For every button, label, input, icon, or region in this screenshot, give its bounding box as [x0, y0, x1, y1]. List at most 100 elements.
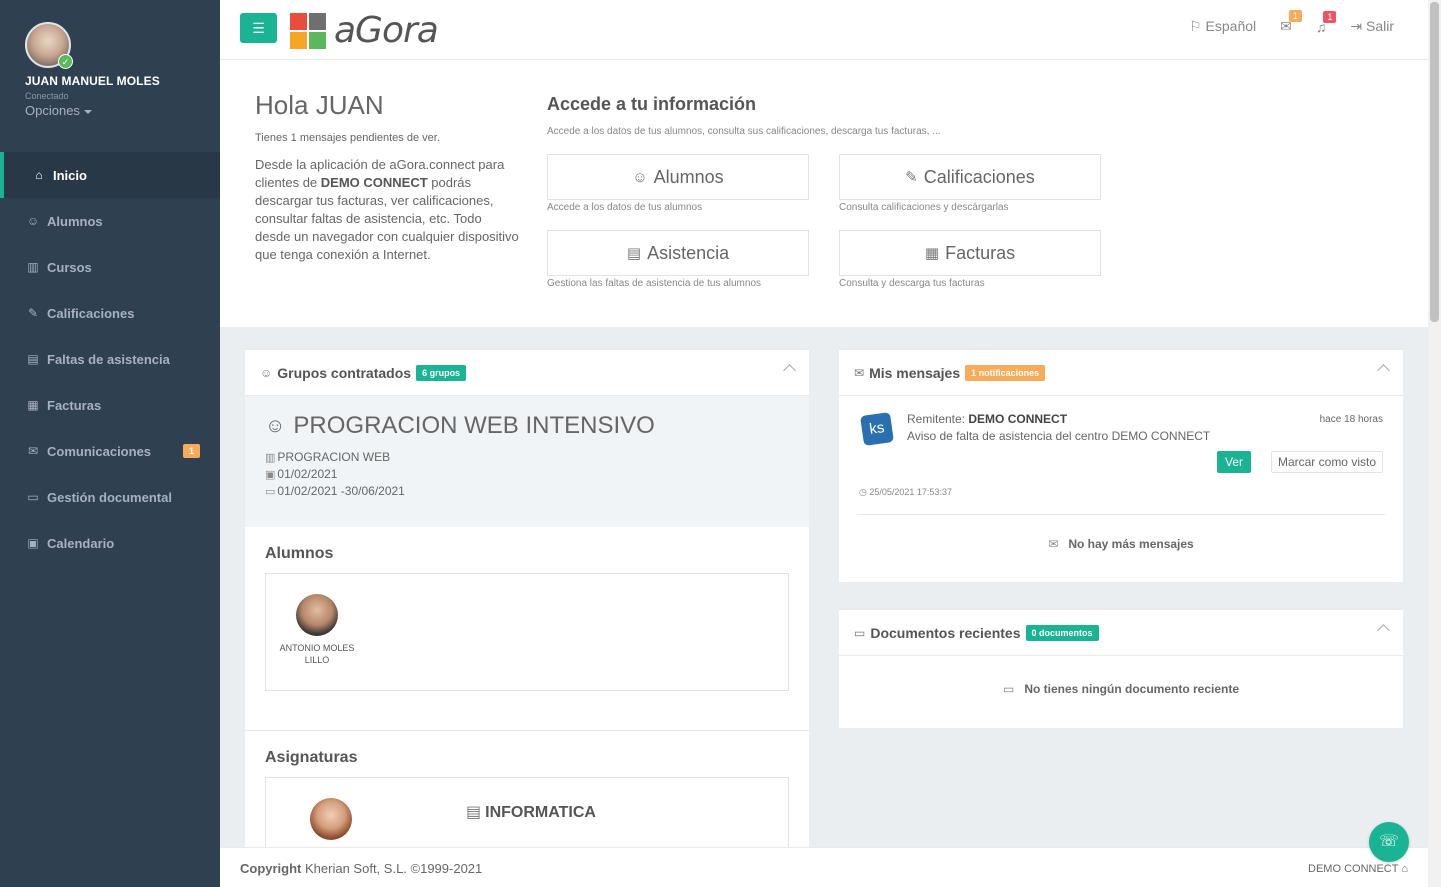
group-course-line: ▥ PROGRACION WEB: [265, 450, 789, 464]
notifications-button[interactable]: ♫ 1: [1316, 10, 1337, 35]
sidebar-item-label: Cursos: [47, 259, 92, 275]
sidebar-item-label: Inicio: [53, 167, 87, 183]
sidebar-item-inicio[interactable]: ⌂ Inicio: [0, 152, 220, 198]
documents-count-badge: 0 documentos: [1025, 624, 1099, 641]
invoice-icon: ▦: [924, 245, 940, 262]
group-block[interactable]: ☺ PROGRACION WEB INTENSIVO ▥ PROGRACION W…: [245, 396, 809, 527]
tile-caption: Consulta y descarga tus facturas: [839, 278, 985, 289]
online-check-icon: ✓: [58, 54, 73, 69]
access-subtitle: Accede a los datos de tus alumnos, consu…: [547, 126, 941, 137]
collapse-chevron-icon[interactable]: [1377, 624, 1390, 637]
comunicaciones-badge: 1: [182, 444, 200, 458]
footer-client: DEMO CONNECT ⌂: [1308, 863, 1408, 875]
group-start: 01/02/2021: [277, 467, 338, 481]
student-name: ANTONIO MOLES LILLO: [279, 643, 355, 665]
mail-button[interactable]: ✉ 1: [1280, 10, 1302, 35]
collapse-chevron-icon[interactable]: [783, 364, 796, 377]
copyright: Copyright Kherian Soft, S.L. ©1999-2021: [240, 861, 482, 876]
folder-icon: ▭: [1002, 682, 1015, 696]
copyright-text: Kherian Soft, S.L. ©1999-2021: [305, 861, 483, 876]
sidebar-item-alumnos[interactable]: ☺ Alumnos: [0, 198, 220, 244]
attendance-icon: ▤: [27, 352, 39, 366]
sender-name: DEMO CONNECT: [968, 412, 1068, 426]
subjects-section-title: Asignaturas: [265, 749, 358, 766]
subject-label[interactable]: ▤ INFORMATICA: [466, 802, 596, 822]
students-icon: ☺: [632, 168, 648, 186]
sidebar-item-facturas[interactable]: ▦ Facturas: [0, 382, 220, 428]
calendar-icon: ▭: [265, 486, 276, 498]
message-date: ◷ 25/05/2021 17:53:37: [859, 487, 952, 498]
tile-caption: Consulta calificaciones y descárgarlas: [839, 202, 1009, 213]
groups-title: Grupos contratados: [277, 364, 412, 381]
groups-card: ☺ Grupos contratados 6 grupos ☺ PROGRACI…: [245, 348, 809, 848]
language-selector[interactable]: ⚐ Español: [1189, 18, 1256, 35]
books-icon: ▥: [27, 260, 39, 274]
menu-toggle-button[interactable]: ☰: [240, 13, 277, 43]
welcome-description: Desde la aplicación de aGora.connect par…: [255, 156, 520, 264]
tile-alumnos[interactable]: ☺ Alumnos: [547, 154, 809, 200]
calendar-icon: ▣: [265, 469, 276, 481]
profile-block: ✓ JUAN MANUEL MOLES Conectado Opciones: [0, 0, 220, 152]
group-name: PROGRACION WEB INTENSIVO: [293, 412, 655, 439]
student-card[interactable]: ANTONIO MOLES LILLO: [278, 594, 356, 666]
app-logo[interactable]: aGora: [290, 10, 439, 51]
message-item: ks Remitente: DEMO CONNECT Aviso de falt…: [839, 396, 1403, 582]
no-more-text: No hay más mensajes: [1068, 537, 1194, 551]
tile-label: Alumnos: [653, 166, 724, 187]
sidebar-item-faltas[interactable]: ▤ Faltas de asistencia: [0, 336, 220, 382]
envelope-icon: ✉: [1048, 537, 1059, 551]
grades-icon: ✎: [27, 306, 39, 320]
caret-down-icon: [83, 109, 92, 114]
sidebar-item-label: Alumnos: [47, 213, 103, 229]
mark-seen-button[interactable]: Marcar como visto: [1270, 451, 1383, 473]
tile-label: Facturas: [945, 242, 1016, 263]
groups-card-header: ☺ Grupos contratados 6 grupos: [245, 350, 809, 396]
group-range-line: ▭ 01/02/2021 -30/06/2021: [265, 484, 789, 498]
group-range: 01/02/2021 -30/06/2021: [277, 484, 405, 498]
logout-button[interactable]: ⇥ Salir: [1350, 18, 1394, 35]
books-icon: ▥: [265, 452, 276, 464]
pending-messages-text: Tienes 1 mensajes pendientes de ver.: [255, 132, 440, 144]
sidebar-item-label: Facturas: [47, 397, 102, 413]
topbar: ☰ aGora ⚐ Español ✉ 1 ♫ 1 ⇥ Salir: [220, 0, 1428, 60]
tile-asistencia[interactable]: ▤ Asistencia: [547, 230, 809, 276]
invoice-icon: ▦: [27, 398, 39, 412]
tile-calificaciones[interactable]: ✎ Calificaciones: [839, 154, 1101, 200]
sidebar-item-cursos[interactable]: ▥ Cursos: [0, 244, 220, 290]
sidebar-item-calendario[interactable]: ▣ Calendario: [0, 520, 220, 566]
view-message-button[interactable]: Ver: [1216, 451, 1251, 473]
footer-client-name: DEMO CONNECT: [1308, 863, 1399, 875]
student-avatar: [296, 594, 338, 636]
user-status: Conectado: [25, 91, 69, 101]
book-icon: ▤: [466, 804, 482, 821]
teacher-avatar: [310, 798, 352, 840]
desc-client: DEMO CONNECT: [320, 175, 428, 190]
sender-label: Remitente:: [907, 412, 966, 426]
tile-label: Calificaciones: [923, 166, 1035, 187]
sidebar-item-gestion-documental[interactable]: ▭ Gestión documental: [0, 474, 220, 520]
group-course: PROGRACION WEB: [277, 450, 391, 464]
sidebar-item-comunicaciones[interactable]: ✉ Comunicaciones 1: [0, 428, 220, 474]
chat-button[interactable]: ☏: [1369, 822, 1409, 862]
user-name: JUAN MANUEL MOLES: [25, 74, 160, 88]
attendance-icon: ▤: [626, 245, 642, 262]
message-sender: Remitente: DEMO CONNECT: [907, 412, 1067, 426]
tile-facturas[interactable]: ▦ Facturas: [839, 230, 1101, 276]
sidebar-item-calificaciones[interactable]: ✎ Calificaciones: [0, 290, 220, 336]
page-scrollbar[interactable]: [1428, 0, 1441, 887]
user-avatar[interactable]: ✓: [25, 22, 73, 69]
students-box: ANTONIO MOLES LILLO: [265, 573, 789, 691]
documents-title: Documentos recientes: [870, 624, 1021, 641]
language-label: Español: [1205, 18, 1257, 34]
mail-icon: ✉: [27, 444, 39, 458]
folder-icon: ▭: [27, 490, 39, 504]
scrollbar-thumb[interactable]: [1430, 2, 1439, 322]
no-more-messages: ✉ No hay más mensajes: [839, 537, 1403, 551]
sidebar: ✓ JUAN MANUEL MOLES Conectado Opciones ⌂…: [0, 0, 220, 887]
messages-card: ✉ Mis mensajes 1 notificaciones ks Remit…: [839, 348, 1403, 582]
welcome-panel: Hola JUAN Tienes 1 mensajes pendientes d…: [220, 60, 1428, 327]
message-date-text: 25/05/2021 17:53:37: [869, 487, 952, 497]
options-dropdown[interactable]: Opciones: [25, 103, 220, 118]
collapse-chevron-icon[interactable]: [1377, 364, 1390, 377]
sidebar-item-label: Comunicaciones: [47, 443, 152, 459]
